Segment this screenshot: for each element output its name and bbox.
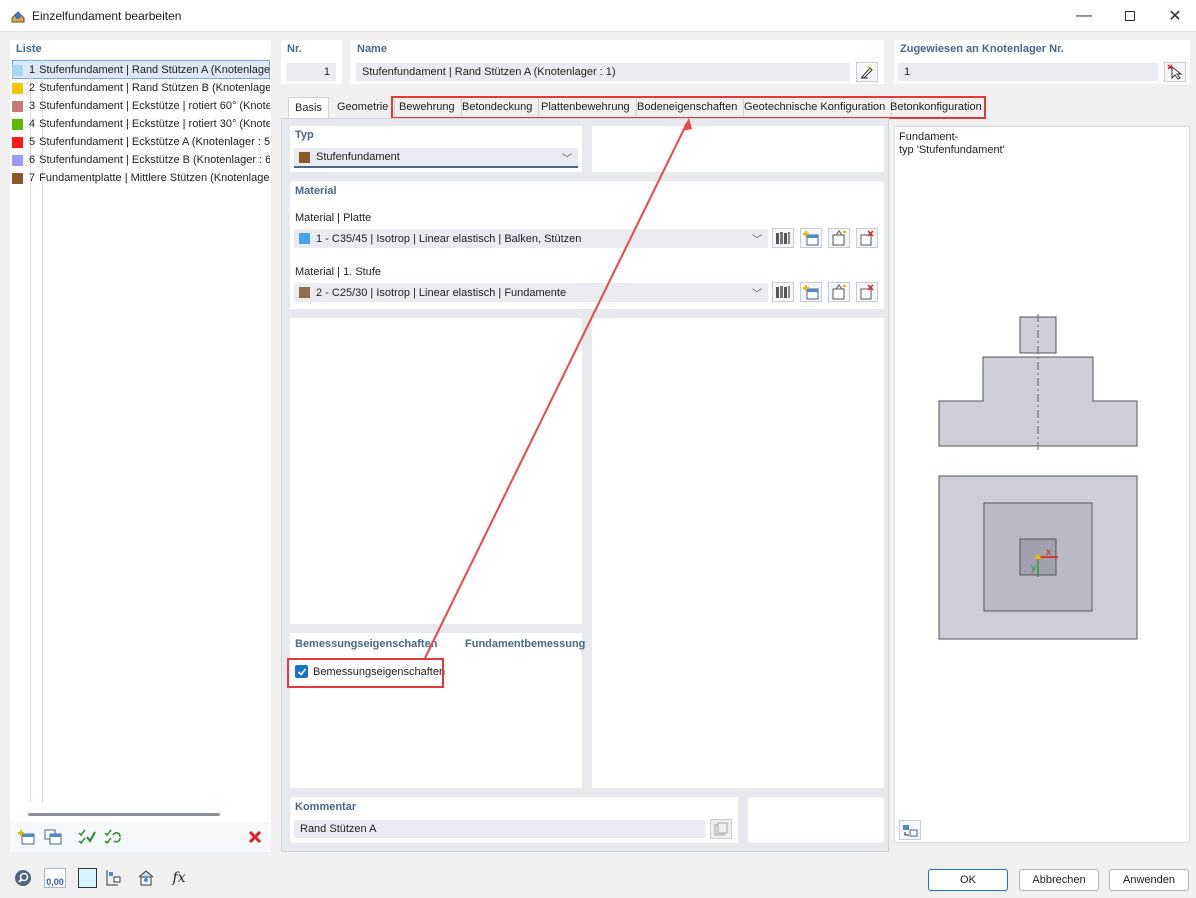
tabs-highlight-box (391, 96, 986, 119)
name-field[interactable]: Stufenfundament | Rand Stützen A (Knoten… (356, 63, 850, 81)
color-swatch (12, 64, 23, 76)
comment-header: Kommentar (295, 801, 357, 813)
chevron-down-icon: ﹀ (752, 289, 762, 300)
edit-name-icon[interactable] (856, 62, 878, 82)
material-plate-label: Material | Platte (295, 212, 372, 224)
color-swatch (12, 136, 23, 148)
cancel-button[interactable]: Abbrechen (1019, 869, 1099, 891)
formula-icon[interactable]: fx (168, 868, 190, 888)
preview-view-icon[interactable] (899, 820, 921, 840)
color-swatch (12, 118, 23, 130)
color-swatch (12, 82, 23, 94)
new-material-icon[interactable] (800, 228, 822, 248)
design-section (290, 633, 582, 788)
assigned-header: Zugewiesen an Knotenlager Nr. (900, 43, 1064, 55)
foundation-drawing: x y (938, 314, 1138, 640)
ok-button[interactable]: OK (928, 869, 1008, 891)
typ-dropdown[interactable]: Stufenfundament ﹀ (294, 148, 578, 168)
edit-material-icon[interactable] (828, 282, 850, 302)
select-objects-icon[interactable] (102, 868, 124, 888)
check-all-icon[interactable] (76, 827, 98, 847)
tab-basis[interactable]: Basis (288, 97, 329, 118)
check-toggle-icon[interactable] (102, 827, 124, 847)
delete-material-icon[interactable] (856, 282, 878, 302)
color-icon[interactable] (78, 868, 97, 888)
apply-button[interactable]: Anwenden (1109, 869, 1189, 891)
preview-caption: Fundament- typ 'Stufenfundament' (899, 131, 1005, 156)
list-item[interactable]: 7 Fundamentplatte | Mittlere Stützen (Kn… (12, 169, 270, 187)
list-item[interactable]: 1 Stufenfundament | Rand Stützen A (Knot… (12, 61, 270, 79)
copy-item-icon[interactable] (42, 827, 64, 847)
material-color-swatch (299, 287, 310, 298)
list-header: Liste (16, 43, 42, 55)
list-scrollbar[interactable] (28, 813, 220, 816)
material-library-icon[interactable] (772, 282, 794, 302)
delete-icon[interactable] (244, 827, 266, 847)
material-plate-dropdown[interactable]: 1 - C35/45 | Isotrop | Linear elastisch … (294, 229, 768, 248)
new-material-icon[interactable] (800, 282, 822, 302)
tab-geometrie[interactable]: Geometrie (331, 97, 396, 118)
units-icon[interactable]: 0,00 (44, 868, 66, 888)
material-header: Material (295, 185, 337, 197)
view-icon[interactable] (135, 868, 157, 888)
axis-x-label: x (1046, 547, 1051, 558)
new-item-icon[interactable] (16, 827, 38, 847)
checkbox-highlight-box (287, 658, 444, 688)
color-swatch (12, 154, 23, 166)
list-item[interactable]: 4 Stufenfundament | Eckstütze | rotiert … (12, 115, 270, 133)
edit-material-icon[interactable] (828, 228, 850, 248)
material-library-icon[interactable] (772, 228, 794, 248)
maximize-icon[interactable] (1107, 0, 1153, 32)
pick-node-icon[interactable] (1164, 62, 1186, 82)
window-title: Einzelfundament bearbeiten (32, 9, 182, 23)
search-icon[interactable] (12, 868, 34, 888)
minimize-icon[interactable]: — (1061, 0, 1107, 32)
chevron-down-icon: ﹀ (562, 154, 572, 165)
list-item[interactable]: 5 Stufenfundament | Eckstütze A (Knotenl… (12, 133, 270, 151)
list-item[interactable]: 3 Stufenfundament | Eckstütze | rotiert … (12, 97, 270, 115)
close-icon[interactable]: ✕ (1152, 0, 1196, 32)
comment-library-icon[interactable] (710, 819, 732, 839)
comment-field[interactable]: Rand Stützen A (294, 820, 705, 838)
name-header: Name (357, 43, 387, 55)
delete-material-icon[interactable] (856, 228, 878, 248)
material-step-label: Material | 1. Stufe (295, 266, 382, 278)
material-color-swatch (299, 233, 310, 244)
list-item[interactable]: 6 Stufenfundament | Eckstütze B (Knotenl… (12, 151, 270, 169)
axis-y-label: y (1031, 563, 1036, 574)
color-swatch (12, 172, 23, 184)
assigned-field[interactable]: 1 (898, 63, 1158, 81)
material-step-dropdown[interactable]: 2 - C25/30 | Isotrop | Linear elastisch … (294, 283, 768, 302)
color-swatch (12, 100, 23, 112)
typ-header: Typ (295, 129, 314, 141)
title-bar: Einzelfundament bearbeiten — ✕ (0, 0, 1196, 32)
nr-header: Nr. (287, 43, 302, 55)
nr-field[interactable]: 1 (286, 63, 336, 81)
design-header-right: Fundamentbemessung (465, 638, 586, 650)
chevron-down-icon: ﹀ (752, 235, 762, 246)
list-item[interactable]: 2 Stufenfundament | Rand Stützen B (Knot… (12, 79, 270, 97)
design-header: Bemessungseigenschaften (295, 638, 438, 650)
typ-color-swatch (299, 151, 310, 163)
foundation-app-icon (11, 11, 25, 23)
